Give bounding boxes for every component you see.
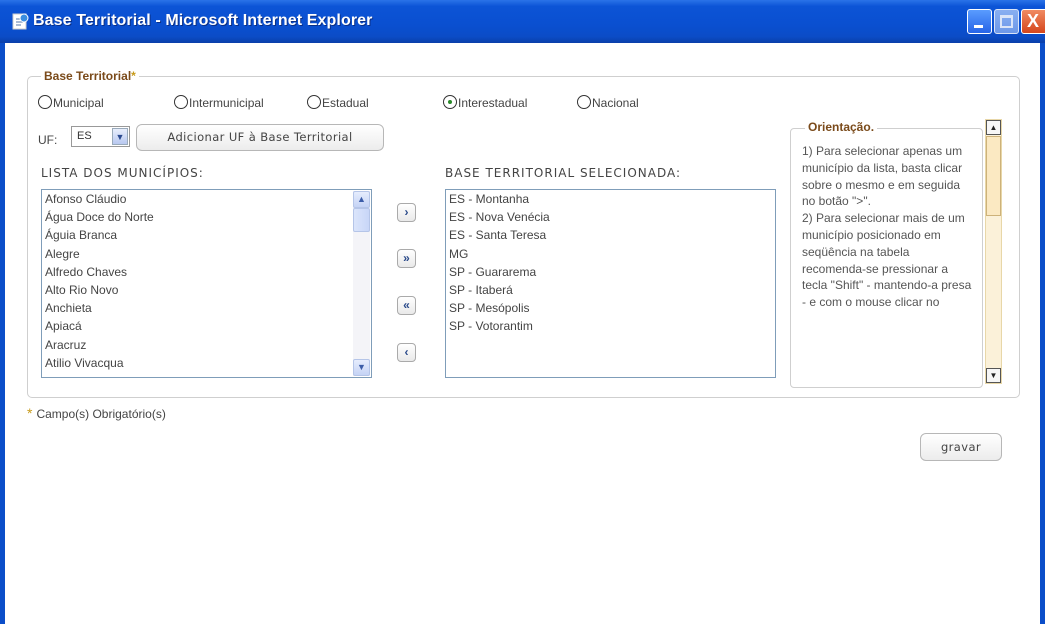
orientacao-title: Orientação. bbox=[805, 120, 878, 134]
municipios-heading: LISTA DOS MUNICÍPIOS: bbox=[41, 166, 204, 180]
scroll-down-icon[interactable]: ▼ bbox=[986, 368, 1001, 383]
list-item[interactable]: Atilio Vivacqua bbox=[45, 354, 371, 372]
save-button[interactable]: gravar bbox=[920, 433, 1002, 461]
list-item[interactable]: Anchieta bbox=[45, 299, 371, 317]
radio-label: Nacional bbox=[592, 96, 639, 110]
radio-interestadual[interactable]: Interestadual bbox=[443, 95, 527, 110]
radio-circle-checked[interactable] bbox=[443, 95, 457, 109]
list-item[interactable]: SP - Itaberá bbox=[449, 281, 775, 299]
radio-intermunicipal[interactable]: Intermunicipal bbox=[174, 95, 264, 110]
scroll-up-icon[interactable]: ▲ bbox=[353, 191, 370, 208]
list-item[interactable]: SP - Mesópolis bbox=[449, 299, 775, 317]
orientacao-paragraph: 1) Para selecionar apenas um município d… bbox=[802, 144, 963, 209]
radio-circle[interactable] bbox=[38, 95, 52, 109]
add-selected-button[interactable]: › bbox=[397, 203, 416, 222]
radio-label: Estadual bbox=[322, 96, 369, 110]
scroll-thumb[interactable] bbox=[353, 208, 370, 232]
selecionada-heading: BASE TERRITORIAL SELECIONADA: bbox=[445, 166, 682, 180]
radio-label: Interestadual bbox=[458, 96, 528, 110]
list-item[interactable]: Aracruz bbox=[45, 336, 371, 354]
uf-select[interactable]: ES ▼ bbox=[71, 126, 130, 147]
remove-selected-button[interactable]: ‹ bbox=[397, 343, 416, 362]
radio-circle[interactable] bbox=[174, 95, 188, 109]
minimize-button[interactable] bbox=[967, 9, 992, 34]
remove-all-button[interactable]: « bbox=[397, 296, 416, 315]
list-item[interactable]: Afonso Cláudio bbox=[45, 190, 371, 208]
minimize-icon bbox=[974, 25, 983, 28]
radio-circle[interactable] bbox=[307, 95, 321, 109]
radio-estadual[interactable]: Estadual bbox=[307, 95, 369, 110]
list-item[interactable]: SP - Guararema bbox=[449, 263, 775, 281]
uf-selected-value: ES bbox=[77, 130, 92, 142]
radio-municipal[interactable]: Municipal bbox=[38, 95, 104, 110]
maximize-button[interactable] bbox=[994, 9, 1019, 34]
selecionada-listbox[interactable]: ES - Montanha ES - Nova Venécia ES - San… bbox=[445, 189, 776, 378]
add-uf-button[interactable]: Adicionar UF à Base Territorial bbox=[136, 124, 384, 151]
window-border-right bbox=[1040, 43, 1045, 624]
list-item[interactable]: ES - Nova Venécia bbox=[449, 208, 775, 226]
close-button[interactable]: X bbox=[1021, 9, 1045, 34]
municipios-listbox[interactable]: Afonso Cláudio Água Doce do Norte Águia … bbox=[41, 189, 372, 378]
uf-label: UF: bbox=[38, 133, 58, 147]
list-item[interactable]: Alto Rio Novo bbox=[45, 281, 371, 299]
list-item[interactable]: Alegre bbox=[45, 245, 371, 263]
radio-circle[interactable] bbox=[577, 95, 591, 109]
scroll-down-icon[interactable]: ▼ bbox=[353, 359, 370, 376]
list-item[interactable]: Água Doce do Norte bbox=[45, 208, 371, 226]
required-note: * Campo(s) Obrigatório(s) bbox=[27, 405, 166, 421]
chevron-down-icon[interactable]: ▼ bbox=[112, 128, 128, 145]
list-item[interactable]: ES - Santa Teresa bbox=[449, 226, 775, 244]
radio-nacional[interactable]: Nacional bbox=[577, 95, 639, 110]
required-star-icon: * bbox=[27, 405, 33, 421]
radio-label: Municipal bbox=[53, 96, 104, 110]
list-item[interactable]: Alfredo Chaves bbox=[45, 263, 371, 281]
close-icon: X bbox=[1027, 11, 1040, 31]
window-border-left bbox=[0, 43, 5, 624]
municipios-scrollbar[interactable]: ▲ ▼ bbox=[353, 191, 370, 376]
orientacao-scrollbar[interactable]: ▲ ▼ bbox=[985, 119, 1002, 384]
list-item[interactable]: Apiacá bbox=[45, 317, 371, 335]
internet-explorer-icon bbox=[12, 13, 29, 30]
orientacao-paragraph: 2) Para selecionar mais de um município … bbox=[802, 211, 972, 310]
add-all-button[interactable]: » bbox=[397, 249, 416, 268]
list-item[interactable]: Águia Branca bbox=[45, 226, 371, 244]
list-item[interactable]: MG bbox=[449, 245, 775, 263]
required-note-text: Campo(s) Obrigatório(s) bbox=[36, 407, 166, 421]
window-title: Base Territorial - Microsoft Internet Ex… bbox=[33, 12, 373, 29]
legend-label: Base Territorial bbox=[44, 69, 132, 83]
maximize-icon bbox=[1000, 15, 1013, 28]
orientacao-text: 1) Para selecionar apenas um município d… bbox=[802, 143, 972, 386]
required-star-icon: * bbox=[131, 69, 136, 83]
scroll-thumb[interactable] bbox=[986, 136, 1001, 216]
list-item[interactable]: SP - Votorantim bbox=[449, 317, 775, 335]
scroll-up-icon[interactable]: ▲ bbox=[986, 120, 1001, 135]
fieldset-legend: Base Territorial* bbox=[41, 69, 139, 83]
list-item[interactable]: ES - Montanha bbox=[449, 190, 775, 208]
window-titlebar: Base Territorial - Microsoft Internet Ex… bbox=[0, 0, 1045, 43]
radio-label: Intermunicipal bbox=[189, 96, 264, 110]
